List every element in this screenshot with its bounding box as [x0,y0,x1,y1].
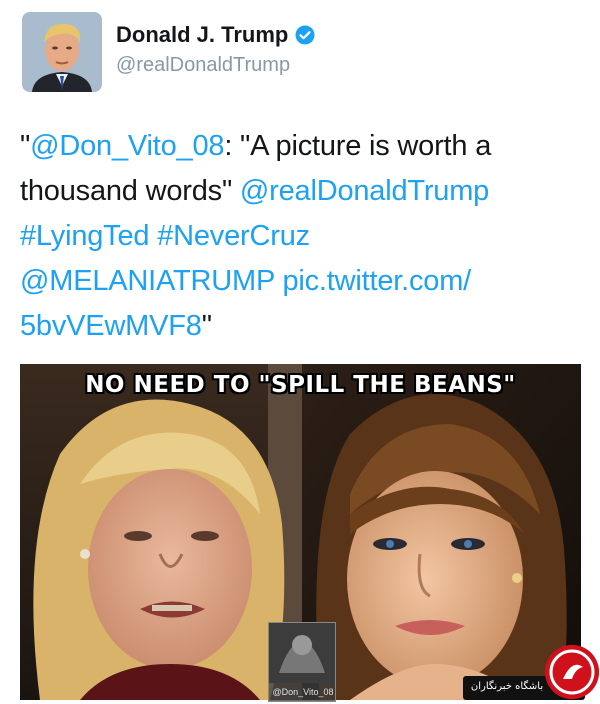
mention-link[interactable]: @Don_Vito_08 [30,130,224,162]
tweet-text-segment: " [20,130,31,162]
tweet-text-line: "@Don_Vito_08: "A picture is worth a [20,124,580,169]
tweet-text-line: thousand words" @realDonaldTrump [20,169,580,214]
tweet-text-line: #LyingTed #NeverCruz [20,214,580,259]
mention-link[interactable]: @MELANIATRUMP [20,265,275,297]
tweet-text-segment: : "A picture is worth a [224,130,492,162]
verified-badge-icon [295,25,315,45]
news-site-text: باشگاه خبرنگاران [470,681,544,692]
media-link[interactable]: 5bvVEwMVF8 [20,310,202,342]
meme-caption: NO NEED TO "SPILL THE BEANS" [85,372,516,398]
profile-photo-icon [22,12,102,92]
hashtag-link[interactable]: #NeverCruz [157,220,310,252]
name-row: Donald J. Trump [116,22,315,48]
tweet-text: "@Don_Vito_08: "A picture is worth a thou… [20,124,580,349]
news-logo-icon [545,645,599,699]
tweet-text-line: @MELANIATRUMP pic.twitter.com/ [20,259,580,304]
media-link[interactable]: pic.twitter.com/ [282,265,471,297]
user-handle[interactable]: @realDonaldTrump [116,54,315,77]
credit-logo-icon [269,623,335,683]
credit-text: @Don_Vito_08 [272,687,334,697]
tweet-text-segment: thousand words" [20,175,240,207]
tweet-header: Donald J. Trump @realDonaldTrump [22,12,315,92]
mention-link[interactable]: @realDonaldTrump [240,175,489,207]
avatar[interactable] [22,12,102,92]
tweet-text-line: 5bvVEwMVF8" [20,304,580,349]
display-name[interactable]: Donald J. Trump [116,22,288,48]
hashtag-link[interactable]: #LyingTed [20,220,150,252]
tweet-author: Donald J. Trump @realDonaldTrump [116,22,315,77]
tweet-text-segment: " [201,310,212,342]
